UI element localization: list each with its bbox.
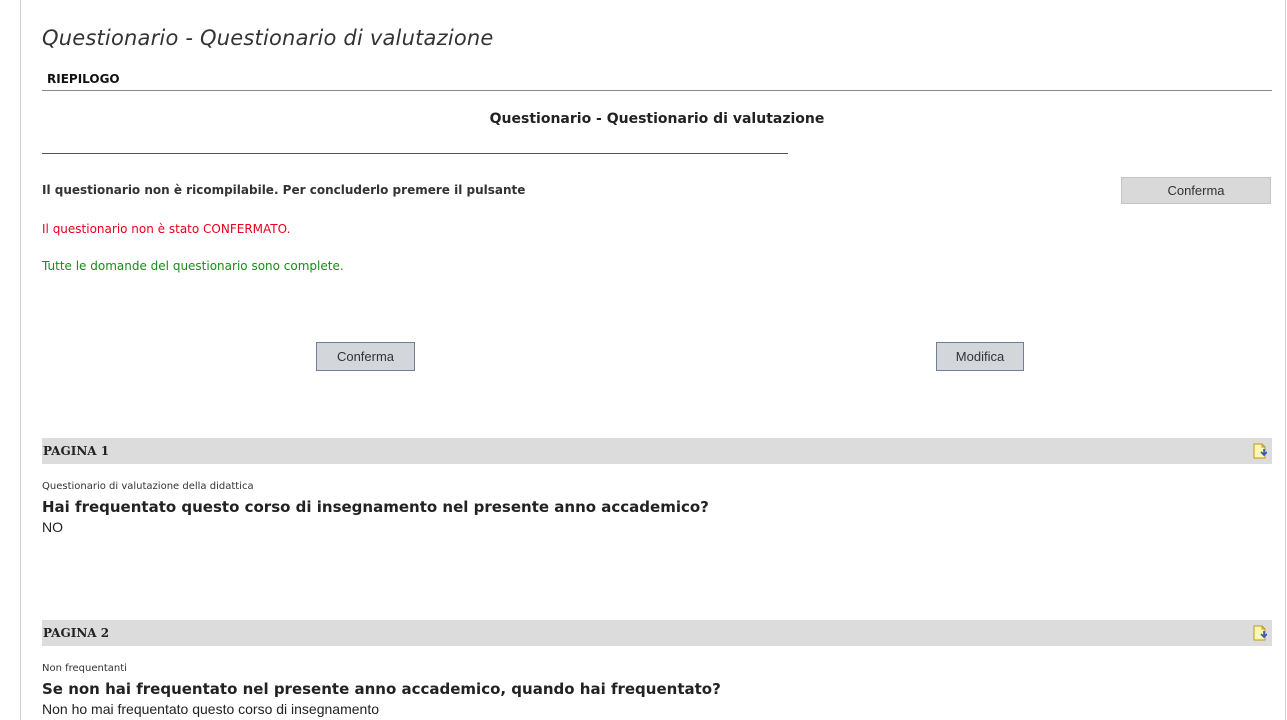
not-recompilable-notice: Il questionario non è ricompilabile. Per… [42,183,526,197]
modify-button[interactable]: Modifica [936,342,1024,371]
page-edit-icon[interactable] [1253,443,1268,459]
app-title: Questionario - Questionario di valutazio… [42,26,494,50]
page-edit-icon[interactable] [1253,625,1268,641]
page-2-label: PAGINA 2 [43,626,110,640]
page-2-answer: Non ho mai frequentato questo corso di i… [42,701,379,717]
page-1-section: Questionario di valutazione della didatt… [42,481,254,492]
page-2-question: Se non hai frequentato nel presente anno… [42,680,721,698]
page-1-header: PAGINA 1 [42,438,1272,464]
tab-divider [42,90,1272,91]
page-2-header: PAGINA 2 [42,620,1272,646]
page-1-label: PAGINA 1 [43,444,110,458]
confirm-top-button[interactable]: Conferma [1121,177,1271,204]
page-1-question: Hai frequentato questo corso di insegnam… [42,498,709,516]
title-divider [42,153,788,154]
page-frame [20,0,1286,720]
status-complete: Tutte le domande del questionario sono c… [42,259,344,273]
status-not-confirmed: Il questionario non è stato CONFERMATO. [42,222,291,236]
page-1-answer: NO [42,519,63,535]
page-2-section: Non frequentanti [42,663,127,674]
confirm-button[interactable]: Conferma [316,342,415,371]
tab-riepilogo[interactable]: RIEPILOGO [47,72,120,86]
questionnaire-title: Questionario - Questionario di valutazio… [489,111,825,127]
